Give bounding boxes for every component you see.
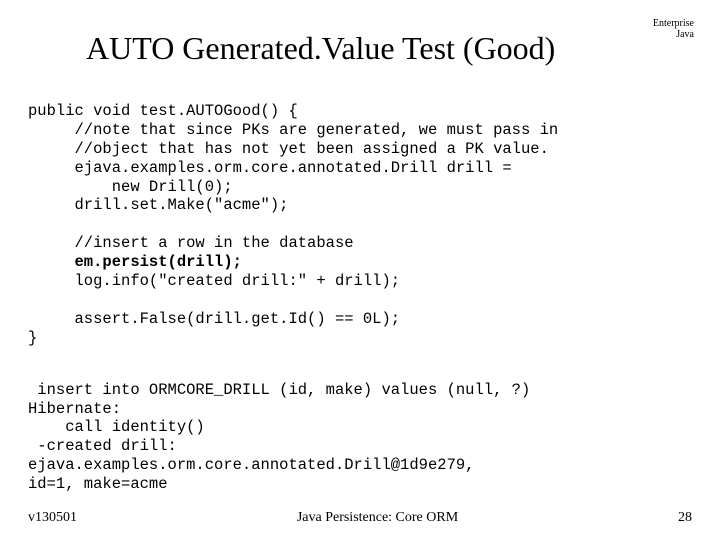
footer-title: Java Persistence: Core ORM (77, 510, 678, 526)
code-line: drill.set.Make("acme"); (28, 196, 288, 214)
code-line: public void test.AUTOGood() { (28, 102, 298, 120)
output-line: ejava.examples.orm.core.annotated.Drill@… (28, 456, 474, 474)
page-number: 28 (678, 510, 692, 526)
code-line: log.info("created drill:" + drill); (28, 272, 400, 290)
code-block: public void test.AUTOGood() { //note tha… (28, 83, 692, 348)
corner-label: Enterprise Java (653, 18, 694, 40)
output-line: insert into ORMCORE_DRILL (id, make) val… (28, 381, 530, 399)
corner-line1: Enterprise (653, 18, 694, 29)
output-line: -created drill: (28, 437, 177, 455)
output-block: insert into ORMCORE_DRILL (id, make) val… (28, 362, 692, 494)
code-line: //object that has not yet been assigned … (28, 140, 549, 158)
code-line: ejava.examples.orm.core.annotated.Drill … (28, 159, 512, 177)
corner-line2: Java (653, 29, 694, 40)
code-line: //insert a row in the database (28, 234, 354, 252)
footer-version: v130501 (28, 510, 77, 526)
output-line: Hibernate: (28, 400, 121, 418)
slide-title: AUTO Generated.Value Test (Good) (86, 30, 692, 67)
code-line: em.persist(drill); (28, 253, 242, 271)
output-line: id=1, make=acme (28, 475, 168, 493)
code-line: assert.False(drill.get.Id() == 0L); (28, 310, 400, 328)
code-line: //note that since PKs are generated, we … (28, 121, 558, 139)
output-line: call identity() (28, 418, 205, 436)
code-line: new Drill(0); (28, 178, 233, 196)
footer: v130501 Java Persistence: Core ORM 28 (28, 510, 692, 526)
code-line: } (28, 329, 37, 347)
